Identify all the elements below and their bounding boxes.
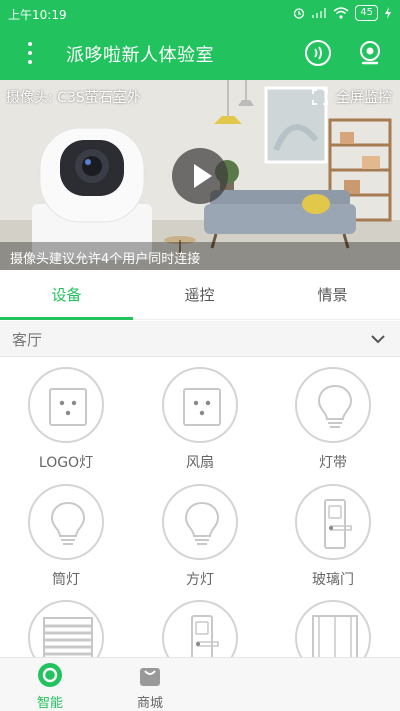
bulb-icon bbox=[184, 501, 220, 545]
bulb-icon bbox=[317, 384, 353, 428]
blinds-icon bbox=[43, 617, 93, 657]
webcam-icon[interactable] bbox=[356, 39, 384, 67]
device-icon-circle bbox=[295, 600, 371, 657]
room-selector[interactable]: 客厅 bbox=[0, 321, 400, 357]
device-light-strip[interactable]: 灯带 bbox=[267, 367, 399, 472]
camera-name-label: 摄像头: C3S萤石室外 bbox=[6, 90, 141, 106]
chevron-down-icon bbox=[371, 335, 385, 344]
device-label: 玻璃门 bbox=[312, 572, 354, 588]
fullscreen-label: 全屏监控 bbox=[336, 90, 392, 106]
device-label: 风扇 bbox=[186, 455, 214, 471]
nav-mall[interactable]: 商城 bbox=[100, 658, 200, 711]
device-label: 筒灯 bbox=[52, 572, 80, 588]
camera-preview[interactable]: 摄像头: C3S萤石室外 全屏监控 摄像头建议允许4个用户同时连接 bbox=[0, 80, 400, 270]
charging-icon bbox=[385, 7, 391, 19]
tab-devices[interactable]: 设备 bbox=[0, 270, 133, 320]
voice-control-icon[interactable] bbox=[304, 39, 332, 67]
status-icons: 45 bbox=[293, 5, 392, 21]
device-icon-circle bbox=[28, 484, 104, 560]
device-icon-circle bbox=[295, 484, 371, 560]
device-label: 方灯 bbox=[186, 572, 214, 588]
smart-home-icon bbox=[38, 663, 62, 687]
device-icon-circle bbox=[28, 367, 104, 443]
fullscreen-icon bbox=[312, 89, 328, 105]
device-square-light[interactable]: 方灯 bbox=[134, 484, 266, 589]
bulb-icon bbox=[50, 501, 86, 545]
tab-remote-label: 遥控 bbox=[184, 286, 215, 304]
socket-icon bbox=[49, 388, 87, 426]
device-door-lock[interactable] bbox=[134, 600, 266, 657]
device-label: LOGO灯 bbox=[38, 455, 94, 471]
alarm-icon bbox=[294, 8, 305, 19]
status-bar: 上午10:19 45 bbox=[0, 0, 400, 26]
camera-hint-text: 摄像头建议允许4个用户同时连接 bbox=[0, 242, 400, 270]
door-lock-icon bbox=[324, 499, 352, 549]
device-grid: LOGO灯 风扇 灯带 筒灯 方灯 玻璃门 bbox=[0, 357, 400, 657]
nav-mall-label: 商城 bbox=[136, 696, 163, 711]
device-icon-circle bbox=[295, 367, 371, 443]
device-downlight[interactable]: 筒灯 bbox=[0, 484, 132, 589]
battery-level: 45 bbox=[355, 5, 378, 21]
wifi-icon bbox=[333, 7, 349, 19]
tab-scenes-label: 情景 bbox=[317, 286, 348, 304]
tab-scenes[interactable]: 情景 bbox=[266, 270, 399, 320]
play-icon bbox=[194, 164, 212, 188]
device-icon-circle bbox=[162, 484, 238, 560]
play-button[interactable] bbox=[172, 148, 228, 204]
nav-smart-label: 智能 bbox=[36, 696, 63, 711]
device-glass-door[interactable]: 玻璃门 bbox=[267, 484, 399, 589]
header: 上午10:19 45 派哆啦新人体验室 bbox=[0, 0, 400, 80]
more-menu-icon[interactable] bbox=[18, 40, 42, 66]
tab-remote[interactable]: 遥控 bbox=[133, 270, 266, 320]
device-icon-circle bbox=[162, 600, 238, 657]
fullscreen-button[interactable]: 全屏监控 bbox=[312, 87, 392, 107]
bottom-nav: 智能 商城 bbox=[0, 657, 400, 711]
device-blinds[interactable] bbox=[0, 600, 132, 657]
shopping-bag-icon bbox=[140, 668, 160, 686]
device-label: 灯带 bbox=[319, 455, 347, 471]
tab-bar: 设备 遥控 情景 bbox=[0, 270, 400, 320]
device-fan[interactable]: 风扇 bbox=[134, 367, 266, 472]
socket-icon bbox=[183, 388, 221, 426]
tab-devices-label: 设备 bbox=[51, 286, 82, 304]
device-icon-circle bbox=[28, 600, 104, 657]
status-time: 上午10:19 bbox=[8, 8, 67, 22]
device-logo-light[interactable]: LOGO灯 bbox=[0, 367, 132, 472]
device-icon-circle bbox=[162, 367, 238, 443]
window-icon bbox=[312, 615, 358, 657]
active-tab-indicator bbox=[0, 317, 133, 320]
door-lock-icon bbox=[191, 615, 219, 657]
app-bar: 派哆啦新人体验室 bbox=[0, 26, 400, 80]
signal-icon bbox=[312, 8, 327, 18]
device-window[interactable] bbox=[267, 600, 399, 657]
page-title: 派哆啦新人体验室 bbox=[66, 45, 214, 66]
room-name: 客厅 bbox=[12, 331, 43, 349]
nav-smart[interactable]: 智能 bbox=[0, 658, 100, 711]
